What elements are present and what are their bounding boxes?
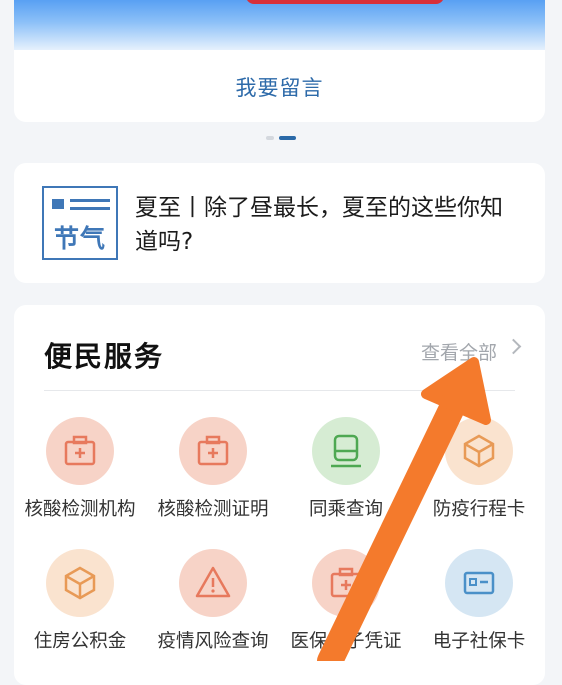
service-item-nucleic-test-certificate[interactable]: 核酸检测证明 [147, 417, 279, 537]
carousel-dot [266, 136, 274, 140]
leave-message-button[interactable]: 我要留言 [14, 72, 545, 102]
medical-kit-icon [179, 417, 247, 485]
chevron-right-icon[interactable] [505, 338, 522, 355]
service-label: 疫情风险查询 [157, 631, 269, 652]
medical-kit-icon [312, 549, 380, 617]
article-card[interactable]: 节气 夏至丨除了昼最长，夏至的这些你知道吗? [14, 163, 545, 283]
box-icon [445, 417, 513, 485]
service-item-risk-query[interactable]: 疫情风险查询 [147, 549, 279, 669]
thumb-square-icon [52, 199, 64, 209]
thumb-line-icon [70, 199, 110, 202]
service-item-same-trip-query[interactable]: 同乘查询 [280, 417, 412, 537]
medical-kit-icon [46, 417, 114, 485]
warning-icon [179, 549, 247, 617]
service-label: 同乘查询 [308, 499, 383, 520]
divider [44, 390, 515, 391]
banner-button[interactable] [246, 0, 444, 4]
service-label: 核酸检测机构 [24, 499, 136, 520]
service-label: 医保电子凭证 [290, 631, 402, 652]
banner-card: 我要留言 [14, 0, 545, 122]
article-thumbnail: 节气 [42, 186, 118, 260]
banner-image[interactable] [14, 0, 545, 50]
service-item-medical-insurance[interactable]: 医保电子凭证 [280, 549, 412, 669]
service-label: 核酸检测证明 [157, 499, 269, 520]
carousel-dot-active [279, 136, 296, 140]
thumb-line-icon [70, 207, 110, 210]
service-label: 电子社保卡 [432, 631, 526, 652]
train-icon [312, 417, 380, 485]
service-item-housing-fund[interactable]: 住房公积金 [14, 549, 146, 669]
id-card-icon [445, 549, 513, 617]
view-all-link[interactable]: 查看全部 [421, 338, 497, 365]
thumbnail-text: 节气 [53, 224, 106, 253]
services-title: 便民服务 [44, 340, 165, 373]
service-item-travel-card[interactable]: 防疫行程卡 [413, 417, 545, 537]
service-item-social-security-card[interactable]: 电子社保卡 [413, 549, 545, 669]
service-label: 防疫行程卡 [432, 499, 526, 520]
article-title[interactable]: 夏至丨除了昼最长，夏至的这些你知道吗? [135, 191, 525, 259]
service-item-nucleic-test-agency[interactable]: 核酸检测机构 [14, 417, 146, 537]
box-icon [46, 549, 114, 617]
services-card: 便民服务 查看全部 核酸检测机构 核酸检测证明 同乘查询 防疫行程卡 住房公积金 [14, 305, 545, 685]
service-label: 住房公积金 [33, 631, 127, 652]
